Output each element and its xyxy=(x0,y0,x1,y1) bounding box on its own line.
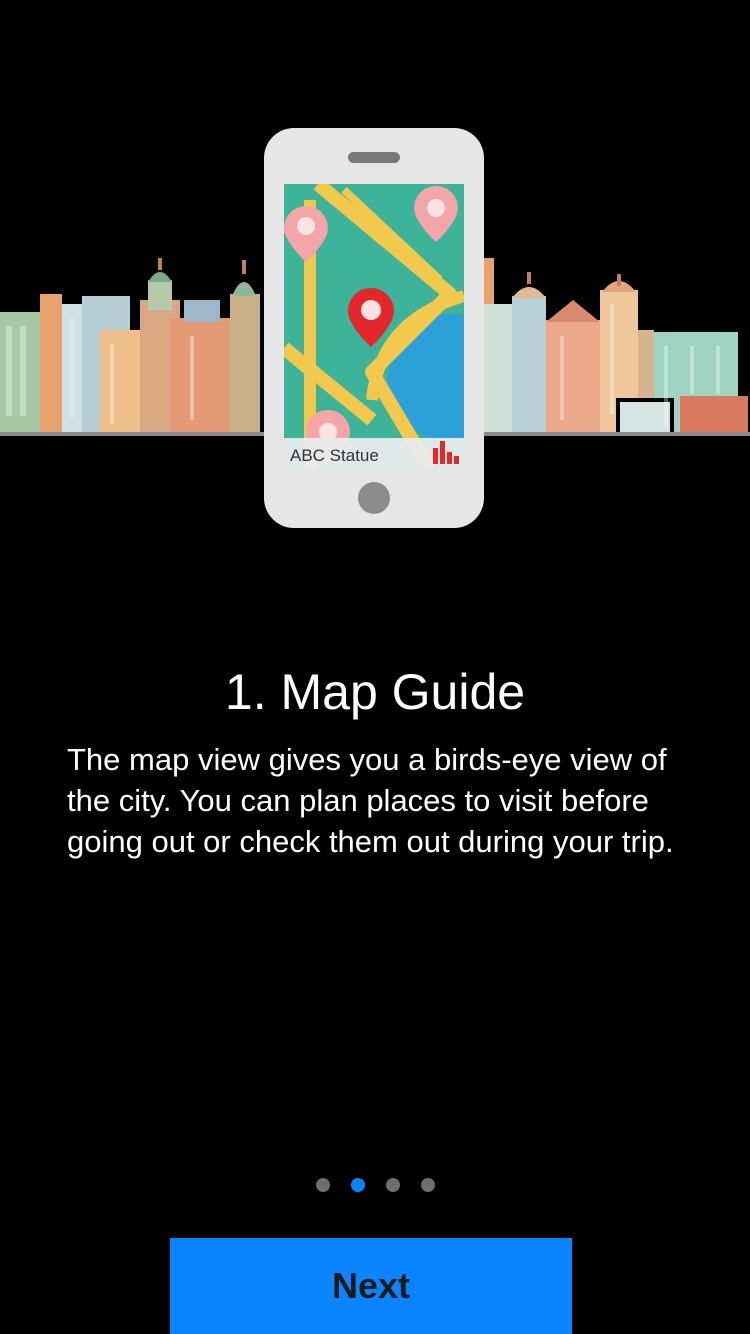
page-title: 1. Map Guide xyxy=(224,663,526,720)
page-dot[interactable] xyxy=(420,1178,435,1192)
page-dot-active[interactable] xyxy=(350,1178,365,1192)
hero-illustration: ABC Statue xyxy=(0,0,750,560)
phone-illustration: ABC Statue xyxy=(264,128,484,528)
page-description: The map view gives you a birds-eye view … xyxy=(67,742,674,859)
page-indicator[interactable] xyxy=(0,1178,750,1192)
phone-map-label: ABC Statue xyxy=(290,446,379,465)
page-dot[interactable] xyxy=(385,1178,400,1192)
page-dot[interactable] xyxy=(315,1178,330,1192)
next-button[interactable]: Next xyxy=(170,1238,572,1334)
